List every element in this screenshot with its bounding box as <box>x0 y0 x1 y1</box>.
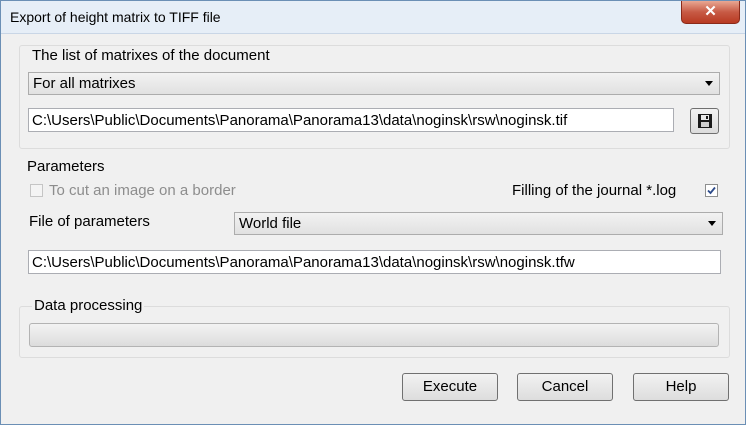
cancel-button[interactable]: Cancel <box>517 373 613 401</box>
close-icon: ✕ <box>704 3 717 20</box>
matrixes-select[interactable]: For all matrixes <box>28 72 720 95</box>
file-params-label: File of parameters <box>29 213 150 230</box>
close-button[interactable]: ✕ <box>681 1 740 24</box>
execute-button[interactable]: Execute <box>402 373 498 401</box>
save-button[interactable] <box>690 108 719 134</box>
export-dialog: Export of height matrix to TIFF file ✕ T… <box>0 0 746 425</box>
parameters-heading: Parameters <box>27 158 105 175</box>
floppy-disk-icon <box>698 114 712 128</box>
output-path-value: C:\Users\Public\Documents\Panorama\Panor… <box>32 112 568 129</box>
output-path-field[interactable]: C:\Users\Public\Documents\Panorama\Panor… <box>28 108 674 132</box>
file-params-path-field[interactable]: C:\Users\Public\Documents\Panorama\Panor… <box>28 250 721 274</box>
chevron-down-icon <box>708 221 716 226</box>
file-params-selected: World file <box>239 215 302 232</box>
matrixes-selected: For all matrixes <box>33 75 136 92</box>
help-button[interactable]: Help <box>633 373 729 401</box>
file-params-select[interactable]: World file <box>234 212 723 235</box>
processing-heading: Data processing <box>32 297 145 314</box>
cut-border-checkbox[interactable] <box>30 184 43 197</box>
title-bar: Export of height matrix to TIFF file ✕ <box>1 1 745 34</box>
checkmark-icon <box>707 186 716 195</box>
matrixes-heading: The list of matrixes of the document <box>32 47 270 64</box>
cut-border-label: To cut an image on a border <box>49 182 236 199</box>
journal-checkbox[interactable] <box>705 184 718 197</box>
file-params-path-value: C:\Users\Public\Documents\Panorama\Panor… <box>32 254 575 271</box>
chevron-down-icon <box>705 81 713 86</box>
window-title: Export of height matrix to TIFF file <box>10 9 221 25</box>
journal-label: Filling of the journal *.log <box>512 182 677 199</box>
progress-bar <box>29 323 719 347</box>
